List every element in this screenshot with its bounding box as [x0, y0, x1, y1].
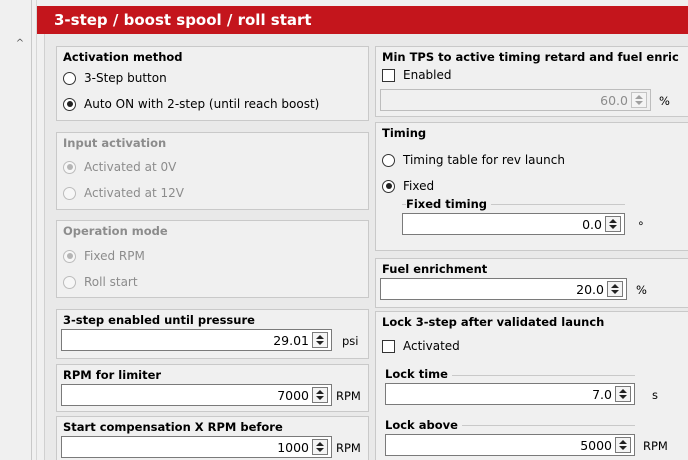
min-tps-unit: % — [659, 94, 670, 108]
lock-time-value: 7.0 — [592, 387, 612, 402]
radio-activated-12v[interactable]: Activated at 12V — [63, 186, 184, 200]
fixed-timing-unit: ° — [638, 219, 644, 233]
operation-mode-title: Operation mode — [63, 224, 168, 238]
lock-above-unit: RPM — [643, 439, 668, 453]
divider — [31, 0, 32, 460]
radio-fixed-rpm[interactable]: Fixed RPM — [63, 249, 145, 263]
input-activation-title: Input activation — [63, 136, 167, 150]
rpm-limiter-input[interactable]: 7000 — [61, 384, 332, 406]
min-tps-input[interactable]: 60.0 — [380, 89, 651, 111]
fuel-enrichment-unit: % — [636, 283, 647, 297]
spinner-icon[interactable] — [607, 281, 623, 297]
min-tps-enabled-checkbox[interactable]: Enabled — [382, 68, 452, 82]
lock-time-input[interactable]: 7.0 — [385, 383, 635, 405]
fuel-enrichment-group: Fuel enrichment 20.0 % — [375, 258, 688, 308]
lock-time-label: Lock time — [385, 367, 452, 381]
radio-indicator[interactable] — [382, 153, 395, 167]
spinner-icon[interactable] — [312, 439, 328, 455]
radio-label: Fixed — [403, 179, 435, 193]
start-compensation-input[interactable]: 1000 — [61, 436, 332, 458]
radio-label: Activated at 0V — [84, 160, 177, 174]
lock-time-unit: s — [652, 388, 658, 402]
radio-indicator[interactable] — [63, 249, 76, 263]
min-tps-title: Min TPS to active timing retard and fuel… — [382, 50, 679, 64]
lock-3step-activated-checkbox[interactable]: Activated — [382, 339, 460, 353]
fuel-enrichment-value: 20.0 — [576, 282, 604, 297]
lock-above-value: 5000 — [580, 438, 612, 453]
radio-auto-on-2step[interactable]: Auto ON with 2-step (until reach boost) — [63, 97, 319, 111]
checkbox-box[interactable] — [382, 339, 395, 353]
radio-label: Activated at 12V — [84, 186, 184, 200]
radio-timing-fixed[interactable]: Fixed — [382, 179, 434, 193]
radio-roll-start[interactable]: Roll start — [63, 275, 138, 289]
pressure-value: 29.01 — [273, 333, 309, 348]
radio-label: Auto ON with 2-step (until reach boost) — [84, 97, 320, 111]
radio-indicator[interactable] — [382, 179, 395, 193]
window-title: 3-step / boost spool / roll start — [37, 6, 688, 34]
spinner-icon[interactable] — [312, 387, 328, 403]
left-scroll-strip: ^ — [0, 0, 37, 460]
scroll-up-arrow-icon[interactable]: ^ — [14, 38, 26, 50]
fuel-enrichment-input[interactable]: 20.0 — [380, 278, 627, 300]
radio-activated-0v[interactable]: Activated at 0V — [63, 160, 176, 174]
settings-window: 3-step / boost spool / roll start Activa… — [37, 0, 688, 460]
spinner-icon[interactable] — [312, 332, 328, 348]
radio-indicator[interactable] — [63, 186, 76, 200]
radio-indicator[interactable] — [63, 160, 76, 174]
activation-method-title: Activation method — [63, 50, 183, 64]
pressure-group: 3-step enabled until pressure 29.01 psi — [56, 309, 369, 359]
radio-indicator[interactable] — [63, 275, 76, 289]
radio-timing-table[interactable]: Timing table for rev launch — [382, 153, 565, 167]
rpm-limiter-value: 7000 — [277, 388, 309, 403]
checkbox-label: Activated — [403, 339, 460, 353]
timing-title: Timing — [382, 126, 427, 140]
rpm-limiter-group: RPM for limiter 7000 RPM — [56, 364, 369, 412]
start-compensation-unit: RPM — [336, 441, 361, 455]
lock-3step-title: Lock 3-step after validated launch — [382, 315, 605, 329]
spinner-icon[interactable] — [615, 437, 631, 453]
start-compensation-title: Start compensation X RPM before — [63, 420, 283, 434]
timing-group: Timing Timing table for rev launch Fixed… — [375, 122, 688, 251]
fixed-timing-value: 0.0 — [582, 217, 602, 232]
pressure-title: 3-step enabled until pressure — [63, 313, 255, 327]
radio-label: Timing table for rev launch — [403, 153, 565, 167]
radio-label: Fixed RPM — [84, 249, 145, 263]
checkbox-box[interactable] — [382, 68, 395, 82]
pressure-unit: psi — [342, 334, 359, 348]
rpm-limiter-title: RPM for limiter — [63, 368, 162, 382]
lock-above-label: Lock above — [385, 418, 462, 432]
radio-label: 3-Step button — [84, 71, 167, 85]
checkbox-label: Enabled — [403, 68, 452, 82]
rpm-limiter-unit: RPM — [336, 389, 361, 403]
fixed-timing-input[interactable]: 0.0 — [402, 213, 625, 235]
min-tps-group: Min TPS to active timing retard and fuel… — [375, 46, 688, 117]
start-compensation-value: 1000 — [277, 440, 309, 455]
min-tps-value: 60.0 — [600, 93, 628, 108]
activation-method-group: Activation method 3-Step button Auto ON … — [56, 46, 369, 121]
radio-indicator[interactable] — [63, 71, 76, 85]
spinner-icon[interactable] — [615, 386, 631, 402]
start-compensation-group: Start compensation X RPM before 1000 RPM — [56, 416, 369, 460]
lock-above-input[interactable]: 5000 — [385, 434, 635, 456]
radio-label: Roll start — [84, 275, 138, 289]
spinner-icon[interactable] — [631, 92, 647, 108]
fixed-timing-label: Fixed timing — [406, 197, 492, 211]
radio-indicator[interactable] — [63, 97, 76, 111]
operation-mode-group: Operation mode Fixed RPM Roll start — [56, 220, 369, 298]
radio-3step-button[interactable]: 3-Step button — [63, 71, 167, 85]
spinner-icon[interactable] — [605, 216, 621, 232]
input-activation-group: Input activation Activated at 0V Activat… — [56, 132, 369, 210]
fuel-enrichment-title: Fuel enrichment — [382, 262, 488, 276]
lock-3step-group: Lock 3-step after validated launch Activ… — [375, 311, 688, 460]
pressure-input[interactable]: 29.01 — [61, 329, 332, 351]
settings-panel: Activation method 3-Step button Auto ON … — [44, 34, 688, 460]
